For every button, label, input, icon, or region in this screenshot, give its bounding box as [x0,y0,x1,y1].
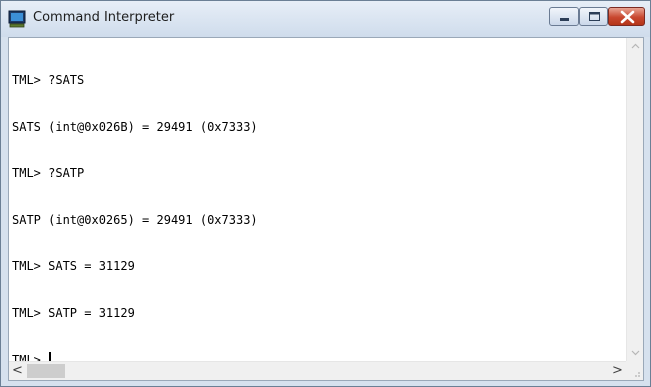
chevron-left-icon: < [12,363,23,378]
scroll-up-button[interactable] [627,38,643,55]
horizontal-scroll-thumb[interactable] [27,364,65,378]
scroll-left-button[interactable]: < [9,362,26,380]
chevron-right-icon: > [612,363,623,378]
close-icon [620,10,635,24]
console-line: SATP (int@0x0265) = 29491 (0x7333) [12,212,258,227]
maximize-button[interactable] [579,7,608,26]
chevron-up-icon [631,43,640,49]
console-line: TML> SATS = 31129 [12,259,135,273]
console-line: TML> ?SATP [12,166,85,180]
close-button[interactable] [608,7,645,26]
console-line: TML> SATP = 31129 [12,305,135,320]
scroll-right-button[interactable]: > [609,362,626,380]
horizontal-scrollbar[interactable]: < > [9,361,626,380]
console-line: TML> ?SATS [12,73,85,87]
maximize-icon [589,12,600,21]
minimize-button[interactable] [549,7,579,26]
console-output[interactable]: TML> ?SATS SATS (int@0x026B) = 29491 (0x… [9,38,626,367]
scroll-down-button[interactable] [627,344,643,361]
chevron-down-icon [631,350,640,356]
terminal-monitor-icon [7,9,27,29]
window-title: Command Interpreter [33,10,175,25]
vertical-scrollbar[interactable] [626,38,643,361]
resize-grip[interactable] [626,361,643,380]
command-interpreter-window: Command Interpreter TML> ?SATS SATS (int… [0,0,651,387]
title-bar[interactable]: Command Interpreter [1,1,650,37]
minimize-icon [560,18,569,21]
console-line: SATS (int@0x026B) = 29491 (0x7333) [12,119,258,134]
console-client-area: TML> ?SATS SATS (int@0x026B) = 29491 (0x… [8,37,644,381]
resize-grip-icon [635,372,640,377]
